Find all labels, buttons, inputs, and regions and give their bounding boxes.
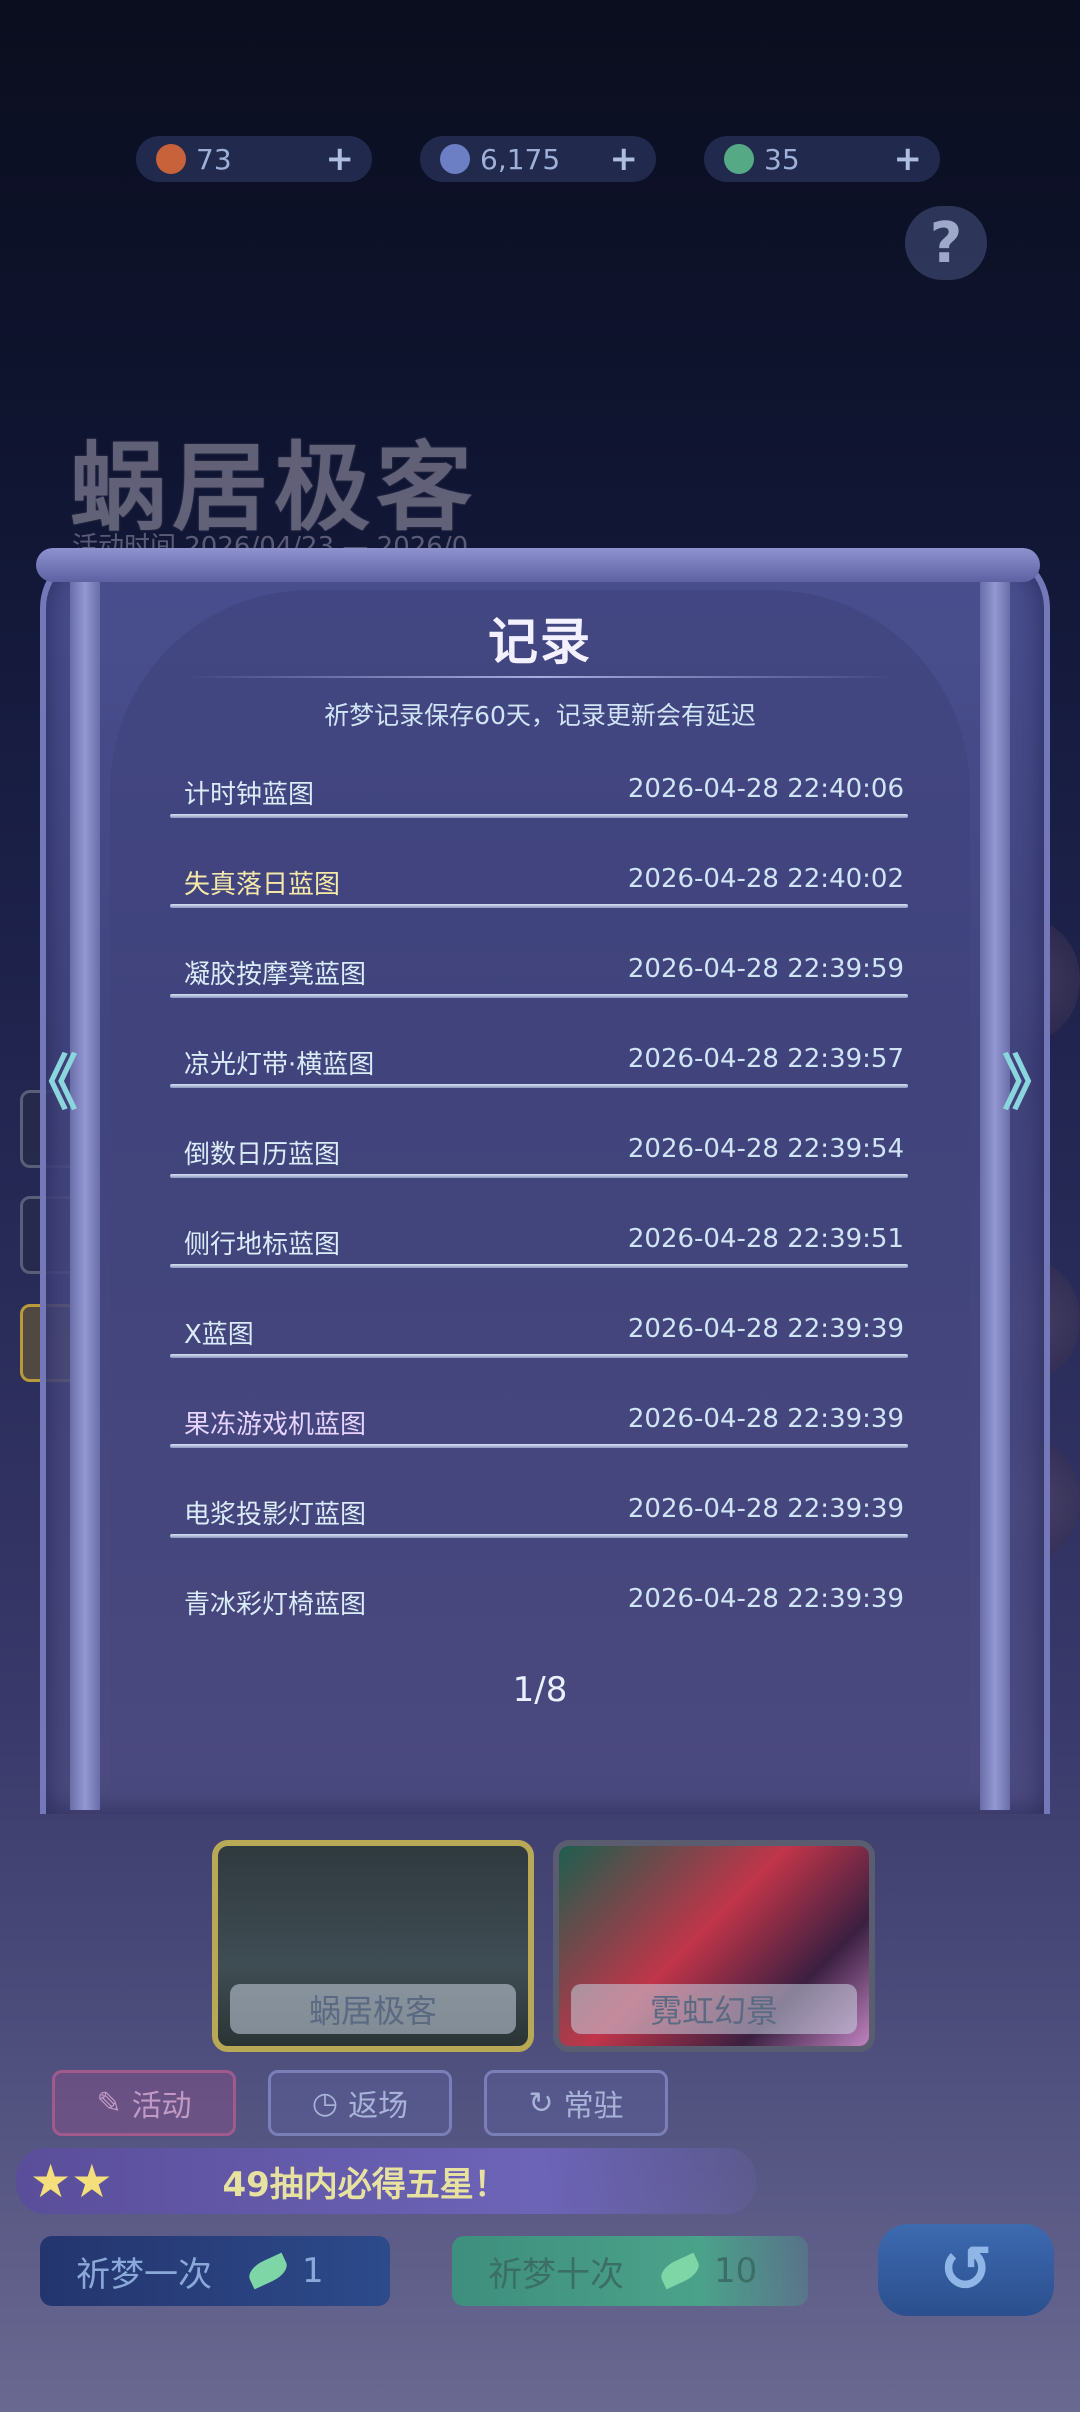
record-time: 2026-04-28 22:40:06 xyxy=(627,774,904,804)
wish-ten-button[interactable]: 祈梦十次 10 xyxy=(452,2236,808,2306)
banner-label: 霓虹幻景 xyxy=(571,1984,857,2034)
record-row: X蓝图 2026-04-28 22:39:39 xyxy=(170,1300,908,1390)
record-name: 侧行地标蓝图 xyxy=(184,1230,341,1260)
next-page-arrow-icon[interactable]: 》 xyxy=(1002,1048,1062,1119)
row-divider xyxy=(170,1534,908,1538)
wish-cost: 1 xyxy=(302,2251,324,2291)
tab-permanent[interactable]: ↻ 常驻 xyxy=(484,2070,668,2136)
record-row: 计时钟蓝图 2026-04-28 22:40:06 xyxy=(170,760,908,850)
tab-label: 常驻 xyxy=(563,2089,624,2124)
wish-cost: 10 xyxy=(714,2251,758,2291)
currency-sun: 73 + xyxy=(136,136,372,182)
row-divider xyxy=(170,1444,908,1448)
tab-return[interactable]: ◷ 返场 xyxy=(268,2070,452,2136)
record-name: 电浆投影灯蓝图 xyxy=(184,1500,367,1530)
clock-icon: ◷ xyxy=(311,2085,339,2121)
currency-value: 6,175 xyxy=(480,142,561,176)
frame-pillar xyxy=(70,580,100,1810)
row-divider xyxy=(170,814,908,818)
add-currency-button[interactable]: + xyxy=(326,139,355,179)
pity-text: 49抽内必得五星！ xyxy=(222,2164,508,2205)
tab-activity[interactable]: ✎ 活动 xyxy=(52,2070,236,2136)
activity-icon: ✎ xyxy=(96,2085,122,2121)
record-time: 2026-04-28 22:40:02 xyxy=(627,864,904,894)
row-divider xyxy=(170,1264,908,1268)
currency-moon: 6,175 + xyxy=(420,136,656,182)
record-name: X蓝图 xyxy=(184,1320,254,1350)
currency-value: 73 xyxy=(196,142,232,176)
modal-subtitle: 祈梦记录保存60天，记录更新会有延迟 xyxy=(324,701,756,730)
record-name: 失真落日蓝图 xyxy=(184,870,341,900)
tab-label: 活动 xyxy=(131,2089,192,2124)
row-divider xyxy=(170,1084,908,1088)
row-divider xyxy=(170,1174,908,1178)
frame-pillar xyxy=(980,580,1010,1810)
record-name: 果冻游戏机蓝图 xyxy=(184,1410,367,1440)
tab-label: 返场 xyxy=(348,2089,409,2124)
record-name: 青冰彩灯椅蓝图 xyxy=(184,1590,367,1620)
leaf-ticket-icon xyxy=(724,144,754,174)
record-time: 2026-04-28 22:39:39 xyxy=(627,1404,904,1434)
record-row: 电浆投影灯蓝图 2026-04-28 22:39:39 xyxy=(170,1480,908,1570)
record-name: 凉光灯带·横蓝图 xyxy=(184,1050,375,1080)
back-button[interactable]: ↺ xyxy=(878,2224,1054,2316)
wish-label: 祈梦十次 xyxy=(488,2254,624,2295)
record-row: 青冰彩灯椅蓝图 2026-04-28 22:39:39 xyxy=(170,1570,908,1660)
record-time: 2026-04-28 22:39:51 xyxy=(627,1224,904,1254)
banner-label: 蜗居极客 xyxy=(230,1984,516,2034)
add-currency-button[interactable]: + xyxy=(610,139,639,179)
banner-card-selected[interactable]: 蜗居极客 xyxy=(212,1840,534,2052)
record-name: 凝胶按摩凳蓝图 xyxy=(184,960,367,990)
row-divider xyxy=(170,1354,908,1358)
record-row: 倒数日历蓝图 2026-04-28 22:39:54 xyxy=(170,1120,908,1210)
record-row: 失真落日蓝图 2026-04-28 22:40:02 xyxy=(170,850,908,940)
leaf-ticket-icon xyxy=(245,2252,291,2290)
record-time: 2026-04-28 22:39:39 xyxy=(627,1584,904,1614)
swirl-icon: ↻ xyxy=(528,2085,554,2121)
record-row: 凉光灯带·横蓝图 2026-04-28 22:39:57 xyxy=(170,1030,908,1120)
record-name: 计时钟蓝图 xyxy=(184,780,315,810)
record-time: 2026-04-28 22:39:59 xyxy=(627,954,904,984)
record-row: 果冻游戏机蓝图 2026-04-28 22:39:39 xyxy=(170,1390,908,1480)
back-arrow-icon: ↺ xyxy=(939,2233,993,2307)
moon-orb-icon xyxy=(440,144,470,174)
pity-banner: ★★ 49抽内必得五星！ xyxy=(16,2148,756,2214)
add-currency-button[interactable]: + xyxy=(894,139,923,179)
row-divider xyxy=(170,904,908,908)
record-time: 2026-04-28 22:39:57 xyxy=(627,1044,904,1074)
currency-value: 35 xyxy=(764,142,800,176)
title-divider xyxy=(185,676,895,678)
leaf-ticket-icon xyxy=(657,2252,703,2290)
banner-card[interactable]: 霓虹幻景 xyxy=(553,1840,875,2052)
record-row: 凝胶按摩凳蓝图 2026-04-28 22:39:59 xyxy=(170,940,908,1030)
wish-once-button[interactable]: 祈梦一次 1 xyxy=(40,2236,390,2306)
sun-gem-icon xyxy=(156,144,186,174)
wish-label: 祈梦一次 xyxy=(76,2254,212,2295)
record-time: 2026-04-28 22:39:39 xyxy=(627,1314,904,1344)
record-row: 侧行地标蓝图 2026-04-28 22:39:51 xyxy=(170,1210,908,1300)
record-name: 倒数日历蓝图 xyxy=(184,1140,341,1170)
record-time: 2026-04-28 22:39:39 xyxy=(627,1494,904,1524)
record-time: 2026-04-28 22:39:54 xyxy=(627,1134,904,1164)
help-button[interactable]: ? xyxy=(905,206,987,280)
page-indicator: 1/8 xyxy=(512,1670,568,1710)
currency-leaf: 35 + xyxy=(704,136,940,182)
row-divider xyxy=(170,994,908,998)
modal-title: 记录 xyxy=(488,613,592,671)
prev-page-arrow-icon[interactable]: 《 xyxy=(18,1048,78,1119)
star-icon: ★★ xyxy=(30,2154,113,2208)
frame-top-bar xyxy=(36,548,1040,582)
record-list: 计时钟蓝图 2026-04-28 22:40:06 失真落日蓝图 2026-04… xyxy=(170,760,908,1660)
